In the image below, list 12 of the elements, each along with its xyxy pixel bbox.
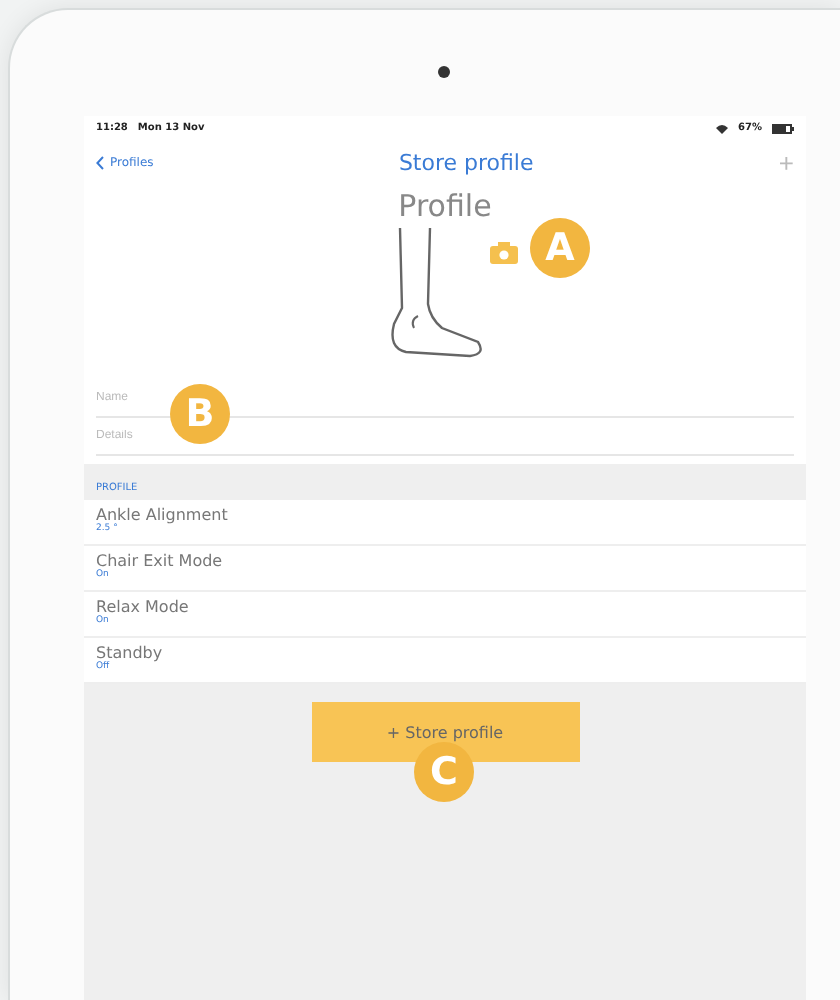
setting-label: Standby xyxy=(96,644,165,662)
camera-dot xyxy=(438,66,450,78)
wifi-icon xyxy=(716,123,729,133)
callout-badge: C xyxy=(414,742,474,802)
setting-label: Ankle Alignment xyxy=(96,506,230,524)
camera-icon[interactable] xyxy=(489,242,517,264)
setting-label: Chair Exit Mode xyxy=(96,552,225,570)
battery-icon xyxy=(772,123,794,133)
profile-title: Profile xyxy=(398,188,492,224)
back-chevron-icon xyxy=(96,155,104,169)
setting-label: Relax Mode xyxy=(96,598,191,616)
screen-title: Store profile xyxy=(398,149,534,175)
